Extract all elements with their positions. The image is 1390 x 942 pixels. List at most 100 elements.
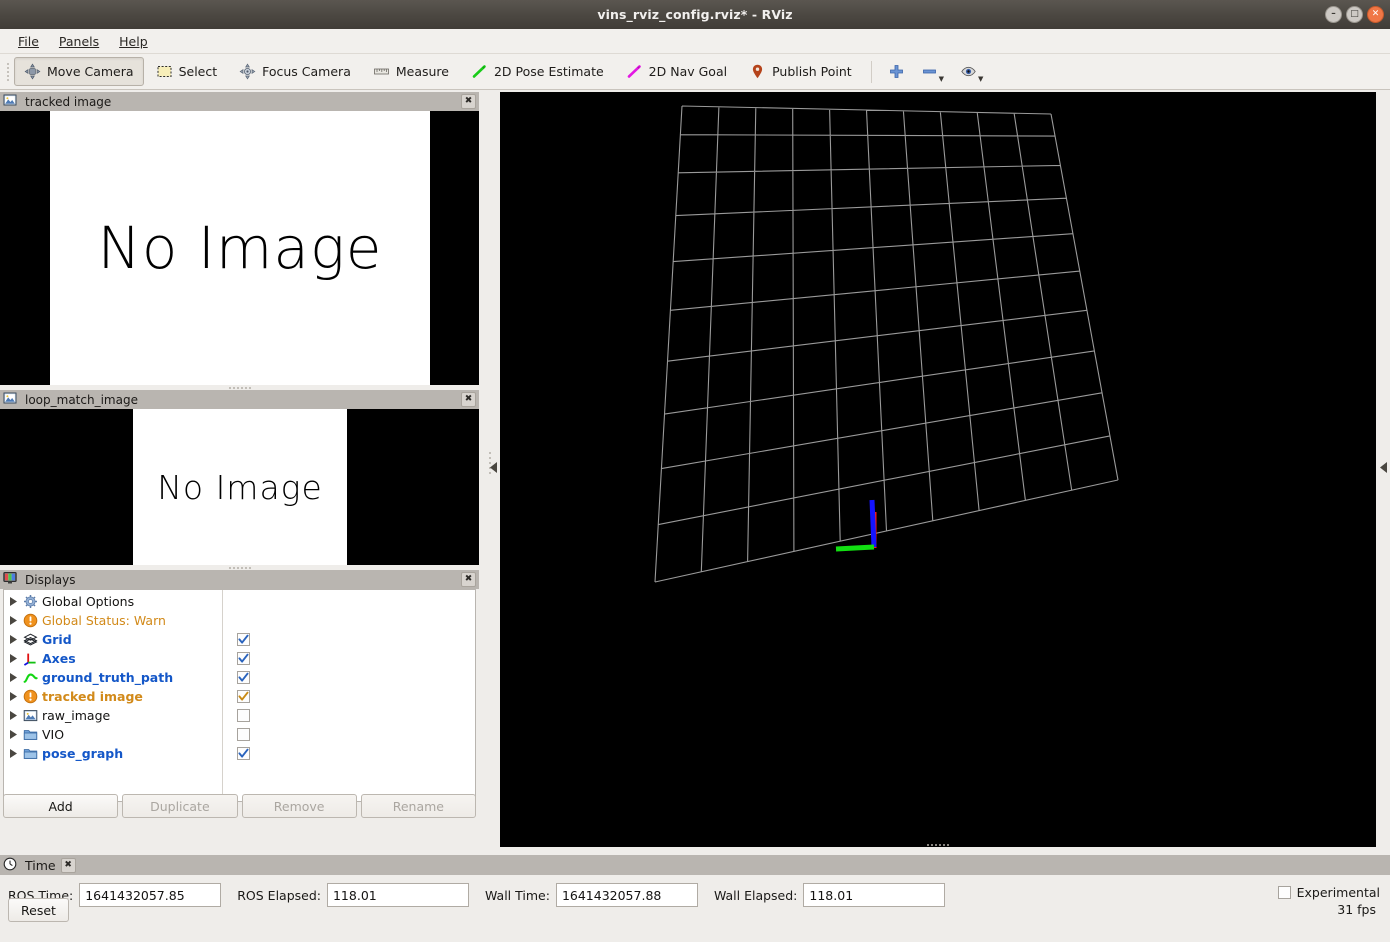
loop-match-image-panel-close[interactable]: ✖ — [461, 392, 476, 407]
remove-tool-button[interactable]: ▼ — [914, 59, 951, 84]
rename-display-button[interactable]: Rename — [360, 794, 476, 818]
tracked-image-placeholder: No Image — [50, 111, 430, 385]
window-title: vins_rviz_config.rviz* - RViz — [597, 7, 793, 22]
folder-icon — [23, 746, 38, 761]
expand-arrow-icon[interactable] — [8, 729, 19, 740]
pose-estimate-icon — [471, 63, 488, 80]
expand-arrow-icon[interactable] — [8, 634, 19, 645]
displays-tree-row-global-options[interactable]: Global Options — [4, 592, 222, 611]
visibility-button[interactable]: ▼ — [953, 59, 990, 84]
experimental-checkbox[interactable] — [1277, 886, 1291, 899]
measure-icon — [373, 63, 390, 80]
displays-tree-label: ground_truth_path — [42, 670, 174, 685]
displays-tree-checkbox-row — [223, 649, 475, 668]
display-enabled-checkbox[interactable] — [237, 728, 250, 741]
displays-tree-checkbox-row — [223, 725, 475, 744]
displays-tree-row-vio[interactable]: VIO — [4, 725, 222, 744]
display-enabled-checkbox[interactable] — [237, 690, 250, 703]
toolbar-separator — [870, 60, 872, 83]
tool-2d-pose-estimate[interactable]: 2D Pose Estimate — [461, 57, 614, 86]
remove-display-button[interactable]: Remove — [241, 794, 357, 818]
displays-tree-row-tracked-image[interactable]: tracked image — [4, 687, 222, 706]
menubar: File Panels Help — [0, 29, 1390, 54]
tool-measure-label: Measure — [395, 64, 449, 79]
tool-select[interactable]: Select — [146, 57, 228, 86]
time-panel-header: Time ✖ — [0, 855, 1390, 875]
display-enabled-checkbox[interactable] — [237, 709, 250, 722]
tracked-image-panel-close[interactable]: ✖ — [461, 94, 476, 109]
eye-icon — [960, 63, 977, 80]
ros-time-input[interactable]: 1641432057.85 — [79, 883, 222, 907]
minus-icon — [921, 63, 938, 80]
displays-tree-row-ground-truth-path[interactable]: ground_truth_path — [4, 668, 222, 687]
duplicate-display-button[interactable]: Duplicate — [122, 794, 238, 818]
expand-arrow-icon[interactable] — [8, 691, 19, 702]
chevron-down-icon-2[interactable]: ▼ — [978, 75, 983, 83]
time-panel-title: Time — [25, 857, 56, 873]
view3d-bottom-splitter[interactable] — [500, 842, 1376, 847]
add-tool-button[interactable] — [881, 59, 912, 84]
displays-tree-checkbox-row — [223, 630, 475, 649]
displays-tree-row-pose-graph[interactable]: pose_graph — [4, 744, 222, 763]
tool-move-camera[interactable]: Move Camera — [14, 57, 144, 86]
displays-tree-checkbox-row — [223, 611, 475, 630]
3d-render-view[interactable] — [500, 92, 1376, 847]
loop-match-image-view[interactable]: No Image — [0, 409, 479, 565]
tool-publish-point[interactable]: Publish Point — [739, 57, 862, 86]
display-enabled-checkbox[interactable] — [237, 633, 250, 646]
menu-file-label: File — [18, 33, 39, 49]
window-controls: – □ ✕ — [1325, 0, 1384, 29]
displays-panel-icon — [3, 571, 20, 588]
axis-y-green — [835, 544, 875, 552]
tool-move-camera-label: Move Camera — [47, 64, 134, 79]
toolbar-grip[interactable] — [4, 60, 12, 84]
displays-panel-close[interactable]: ✖ — [461, 572, 476, 587]
display-enabled-checkbox[interactable] — [237, 671, 250, 684]
tracked-image-panel-title: tracked image — [25, 94, 112, 109]
tool-2d-nav-goal-label: 2D Nav Goal — [648, 64, 728, 79]
add-display-button[interactable]: Add — [3, 794, 119, 818]
expand-arrow-icon[interactable] — [8, 710, 19, 721]
tracked-image-panel: tracked image ✖ No Image — [0, 92, 479, 390]
menu-help-label: Help — [119, 33, 148, 49]
experimental-label: Experimental — [1296, 885, 1380, 900]
focus-camera-icon — [239, 63, 256, 80]
tracked-image-view[interactable]: No Image — [0, 111, 479, 385]
wall-elapsed-input[interactable]: 118.01 — [803, 883, 946, 907]
minimize-button[interactable]: – — [1325, 6, 1342, 23]
menu-help[interactable]: Help — [109, 31, 158, 52]
tool-focus-camera[interactable]: Focus Camera — [229, 57, 361, 86]
display-enabled-checkbox[interactable] — [237, 652, 250, 665]
time-panel-close[interactable]: ✖ — [60, 857, 76, 873]
display-enabled-checkbox[interactable] — [237, 747, 250, 760]
expand-arrow-icon[interactable] — [8, 596, 19, 607]
displays-tree-row-grid[interactable]: Grid — [4, 630, 222, 649]
ros-elapsed-input[interactable]: 118.01 — [326, 883, 469, 907]
clock-icon — [3, 857, 20, 874]
expand-arrow-icon[interactable] — [8, 672, 19, 683]
displays-tree-label: Global Status: Warn — [42, 613, 166, 628]
maximize-button[interactable]: □ — [1346, 6, 1363, 23]
reset-button[interactable]: Reset — [8, 898, 69, 922]
right-dock-collapse-handle[interactable] — [1377, 92, 1390, 847]
displays-tree-row-raw-image[interactable]: raw_image — [4, 706, 222, 725]
expand-arrow-icon[interactable] — [8, 748, 19, 759]
path-icon — [23, 670, 38, 685]
menu-panels[interactable]: Panels — [49, 31, 109, 52]
displays-tree-row-axes[interactable]: Axes — [4, 649, 222, 668]
tool-2d-nav-goal[interactable]: 2D Nav Goal — [616, 57, 737, 86]
menu-file[interactable]: File — [8, 31, 49, 52]
wall-time-input[interactable]: 1641432057.88 — [555, 883, 698, 907]
experimental-toggle[interactable]: Experimental — [1277, 885, 1380, 900]
expand-arrow-icon[interactable] — [8, 615, 19, 626]
displays-tree-row-global-status-warn[interactable]: Global Status: Warn — [4, 611, 222, 630]
displays-tree: Global Options Global Status: Warn Grid … — [3, 589, 476, 802]
left-dock-collapse-handle[interactable] — [487, 92, 500, 847]
close-button[interactable]: ✕ — [1367, 6, 1384, 23]
chevron-down-icon[interactable]: ▼ — [939, 75, 944, 83]
displays-panel-title: Displays — [25, 572, 76, 587]
tool-measure[interactable]: Measure — [363, 57, 459, 86]
main-toolbar: Move Camera Select Focus Camera Measure … — [0, 54, 1390, 90]
tool-select-label: Select — [178, 64, 218, 79]
expand-arrow-icon[interactable] — [8, 653, 19, 664]
